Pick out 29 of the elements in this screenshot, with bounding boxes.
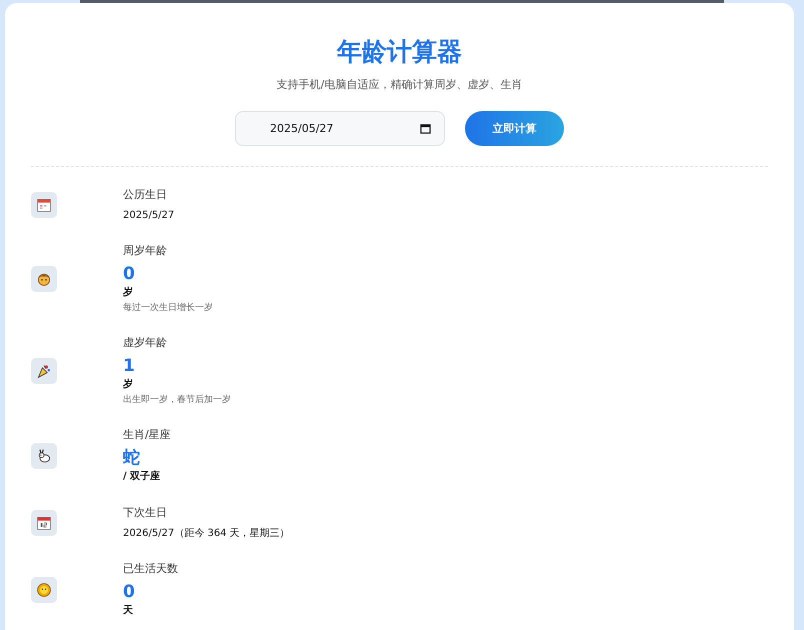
result-note: 每过一次生日增长一岁 (123, 302, 213, 315)
result-value: 0 (123, 581, 136, 603)
result-label: 下次生日 (123, 505, 168, 521)
sun-icon (31, 577, 57, 603)
result-label: 公历生日 (123, 187, 168, 203)
result-unit: / 双子座 (123, 469, 162, 484)
party-popper-icon (31, 358, 57, 384)
calendar-icon (31, 192, 57, 218)
result-label: 周岁年龄 (123, 243, 168, 259)
result-value: 1 (123, 355, 136, 377)
page-subtitle: 支持手机/电脑自适应，精确计算周岁、虚岁、生肖 (276, 77, 524, 92)
result-unit: 天 (123, 604, 134, 618)
face-icon (31, 266, 57, 292)
page-title: 年龄计算器 (336, 36, 463, 68)
result-label: 生肖/星座 (123, 427, 171, 443)
result-value: 0 (123, 263, 136, 285)
result-value: 蛇 (123, 447, 141, 469)
calendar-icon[interactable] (420, 123, 431, 134)
result-label: 虚岁年龄 (123, 335, 168, 351)
result-value: 2026/5/27（距今 364 天，星期三） (123, 527, 290, 541)
result-value: 2025/5/27 (123, 209, 174, 223)
calendar-icon (31, 510, 57, 536)
result-unit: 岁 (123, 378, 134, 392)
result-label: 已生活天数 (123, 561, 178, 577)
result-note: 出生即一岁，春节后加一岁 (123, 394, 231, 407)
calculate-button[interactable]: 立即计算 (465, 111, 564, 146)
result-unit: 岁 (123, 286, 134, 300)
date-input-field[interactable]: 2025/05/27 (235, 111, 445, 146)
rabbit-icon (31, 443, 57, 469)
